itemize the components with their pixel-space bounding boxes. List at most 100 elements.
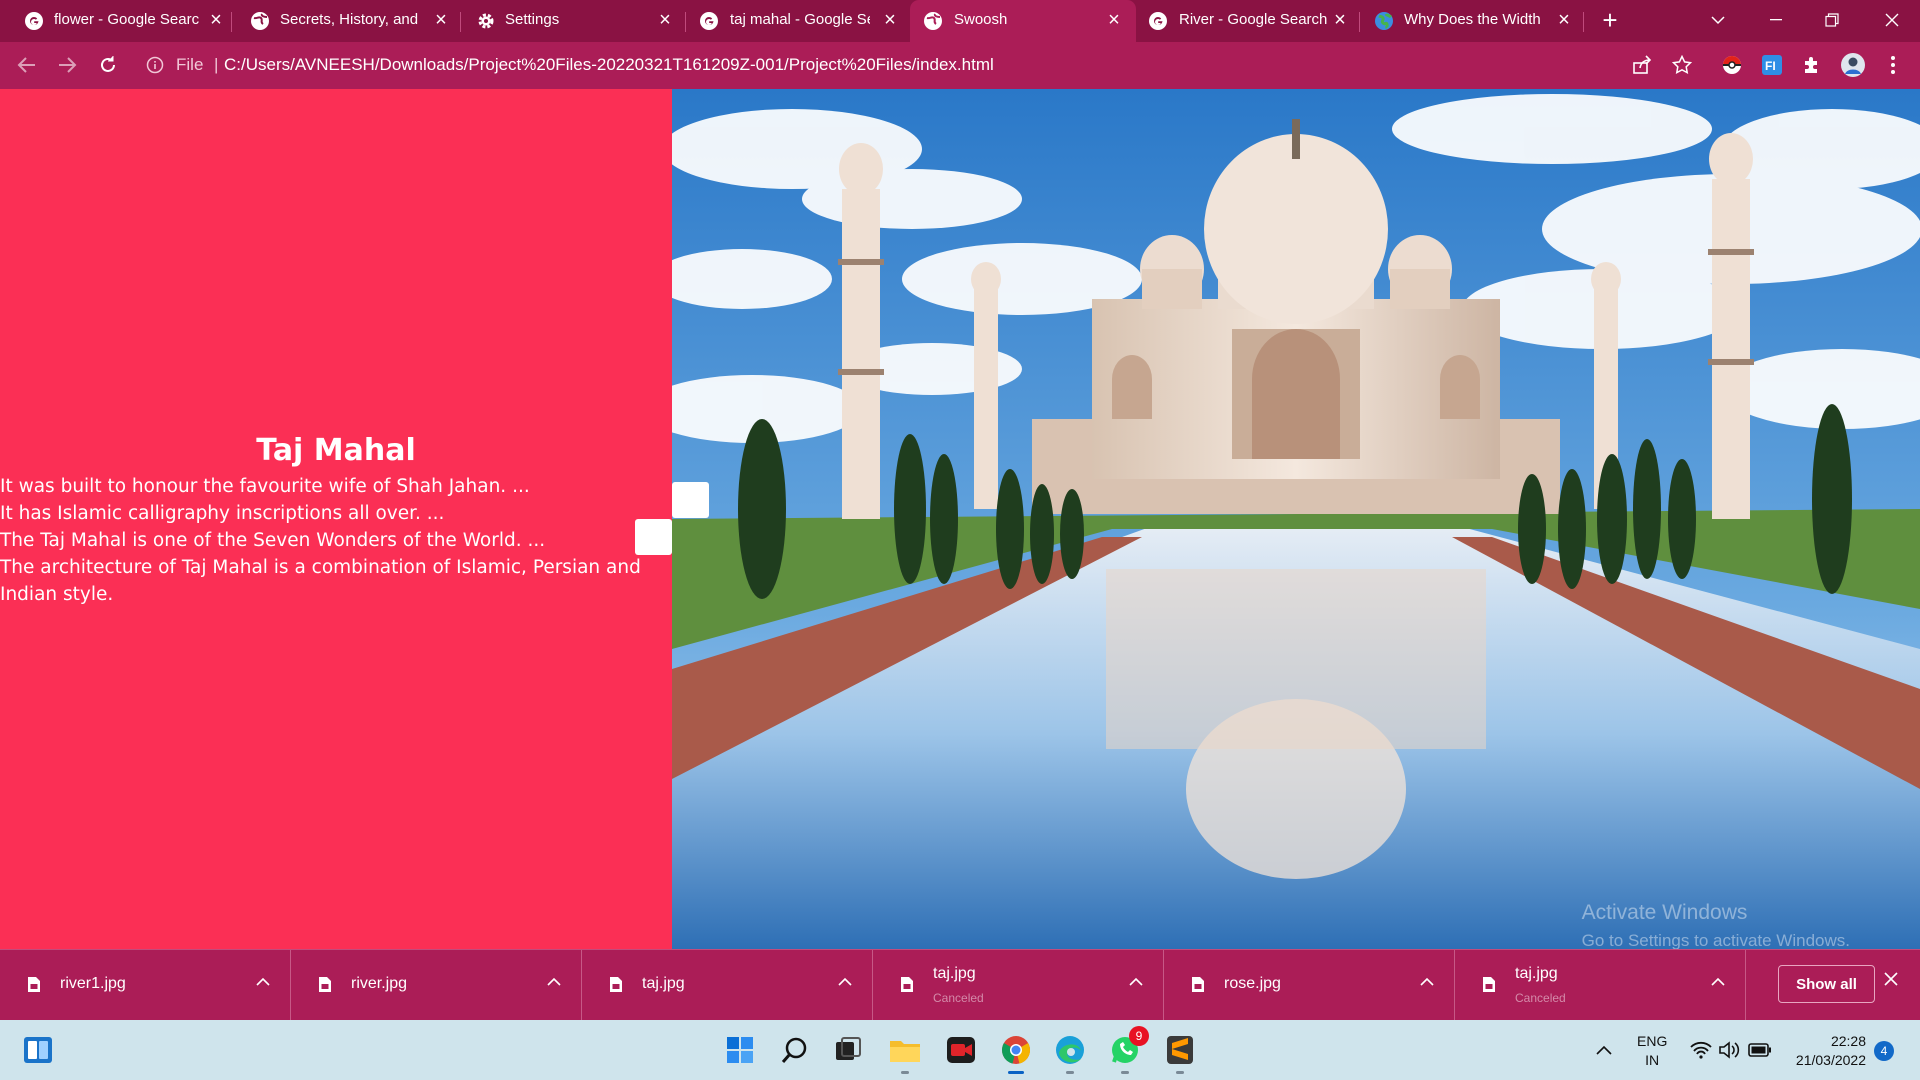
clock[interactable]: 22:28 21/03/2022 bbox=[1790, 1032, 1866, 1070]
arrow-right-icon bbox=[59, 57, 77, 73]
tab-title: flower - Google Search bbox=[54, 11, 200, 28]
plus-icon: + bbox=[1602, 4, 1618, 35]
widgets-button[interactable] bbox=[20, 1032, 56, 1068]
show-hidden-icons-button[interactable] bbox=[1592, 1032, 1616, 1068]
download-item[interactable]: river.jpg bbox=[291, 950, 582, 1020]
chevron-up-icon[interactable] bbox=[1420, 977, 1434, 987]
download-item[interactable]: taj.jpg Canceled bbox=[873, 950, 1164, 1020]
tab-settings[interactable]: Settings × bbox=[461, 0, 686, 42]
tab-title: Secrets, History, and Facts bbox=[280, 11, 420, 28]
edge-icon bbox=[1056, 1036, 1084, 1064]
region-code: IN bbox=[1645, 1052, 1660, 1068]
whatsapp-button[interactable]: 9 bbox=[1107, 1026, 1149, 1074]
download-filename: river1.jpg bbox=[60, 975, 126, 992]
close-tab-icon[interactable]: × bbox=[1553, 9, 1575, 31]
extensions-button[interactable] bbox=[1797, 50, 1827, 80]
file-explorer-icon bbox=[890, 1041, 920, 1062]
content-panel: Taj Mahal It was built to honour the fav… bbox=[0, 89, 672, 949]
screen-recorder-button[interactable] bbox=[943, 1032, 979, 1068]
bookmark-button[interactable] bbox=[1667, 50, 1697, 80]
chevron-up-icon[interactable] bbox=[1711, 977, 1725, 987]
gear-icon bbox=[478, 13, 494, 29]
tab-title: Settings bbox=[505, 11, 560, 28]
minimize-icon bbox=[1770, 19, 1782, 21]
file-icon bbox=[1483, 977, 1495, 992]
close-tab-icon[interactable]: × bbox=[1329, 9, 1351, 31]
new-tab-button[interactable]: + bbox=[1584, 0, 1636, 40]
start-button[interactable] bbox=[722, 1032, 758, 1068]
download-item[interactable]: taj.jpg Canceled bbox=[1455, 950, 1746, 1020]
close-icon[interactable] bbox=[1884, 972, 1898, 986]
tab-why-does-the-width[interactable]: Why Does the Width × bbox=[1360, 0, 1584, 42]
file-icon bbox=[28, 977, 40, 992]
chevron-up-icon[interactable] bbox=[256, 977, 270, 987]
download-item[interactable]: taj.jpg bbox=[582, 950, 873, 1020]
white-overlay-box bbox=[672, 482, 709, 518]
close-tab-icon[interactable]: × bbox=[879, 9, 901, 31]
clock-date: 21/03/2022 bbox=[1795, 1052, 1866, 1068]
share-button[interactable] bbox=[1627, 50, 1657, 80]
restore-button[interactable] bbox=[1804, 0, 1860, 40]
close-tab-icon[interactable]: × bbox=[654, 9, 676, 31]
address-bar[interactable]: File | C:/Users/AVNEESH/Downloads/Projec… bbox=[136, 47, 1736, 83]
white-overlay-box bbox=[635, 519, 672, 555]
tab-title: River - Google Search bbox=[1179, 11, 1328, 28]
system-status-button[interactable] bbox=[1686, 1032, 1776, 1068]
url-text[interactable]: C:/Users/AVNEESH/Downloads/Project%20Fil… bbox=[224, 55, 994, 75]
file-icon bbox=[610, 977, 622, 992]
edge-button[interactable] bbox=[1052, 1032, 1088, 1074]
minimize-button[interactable] bbox=[1748, 0, 1804, 40]
notification-count-badge[interactable]: 4 bbox=[1874, 1041, 1894, 1061]
back-button[interactable] bbox=[12, 50, 42, 80]
sublime-text-icon bbox=[1167, 1036, 1193, 1064]
running-indicator bbox=[1121, 1071, 1129, 1074]
extension-fi[interactable]: FI bbox=[1757, 50, 1787, 80]
watermark-subtitle: Go to Settings to activate Windows. bbox=[1581, 931, 1850, 949]
chevron-down-icon bbox=[1711, 16, 1725, 25]
task-view-button[interactable] bbox=[830, 1032, 866, 1068]
chrome-menu-button[interactable] bbox=[1878, 50, 1908, 80]
close-tab-icon[interactable]: × bbox=[205, 9, 227, 31]
chevron-up-icon[interactable] bbox=[838, 977, 852, 987]
tab-secrets-history-facts[interactable]: Secrets, History, and Facts × bbox=[232, 0, 461, 42]
chevron-up-icon[interactable] bbox=[547, 977, 561, 987]
taj-mahal-image bbox=[672, 89, 1920, 949]
share-icon bbox=[1633, 55, 1652, 74]
extension-pokeball[interactable] bbox=[1717, 50, 1747, 80]
fi-extension-icon: FI bbox=[1762, 55, 1782, 75]
tab-river-google-search[interactable]: River - Google Search × bbox=[1136, 0, 1360, 42]
scheme-divider: | bbox=[214, 55, 219, 74]
sublime-text-button[interactable] bbox=[1162, 1032, 1198, 1074]
close-tab-icon[interactable]: × bbox=[1103, 9, 1125, 31]
tab-search-button[interactable] bbox=[1690, 0, 1746, 40]
page-viewport: Taj Mahal It was built to honour the fav… bbox=[0, 89, 1920, 949]
task-view-icon bbox=[836, 1037, 861, 1060]
file-explorer-button[interactable] bbox=[887, 1032, 923, 1074]
chrome-button[interactable] bbox=[998, 1032, 1034, 1074]
download-status: Canceled bbox=[933, 991, 984, 1005]
download-item[interactable]: river1.jpg bbox=[0, 950, 291, 1020]
chevron-up-icon bbox=[1596, 1045, 1612, 1055]
info-icon[interactable] bbox=[146, 56, 164, 74]
file-icon bbox=[901, 977, 913, 992]
tab-flower-google-search[interactable]: flower - Google Search × bbox=[0, 0, 232, 42]
reload-button[interactable] bbox=[93, 50, 123, 80]
running-indicator bbox=[1008, 1071, 1024, 1074]
tab-taj-mahal-google-search[interactable]: taj mahal - Google Search × bbox=[686, 0, 910, 42]
battery-icon bbox=[1748, 1043, 1771, 1057]
search-button[interactable] bbox=[777, 1032, 813, 1068]
tab-swoosh[interactable]: Swoosh × bbox=[910, 0, 1136, 42]
close-window-button[interactable] bbox=[1864, 0, 1920, 40]
chevron-up-icon[interactable] bbox=[1129, 977, 1143, 987]
unread-badge: 9 bbox=[1129, 1026, 1149, 1046]
input-language-indicator[interactable]: ENG IN bbox=[1637, 1032, 1667, 1070]
forward-button[interactable] bbox=[52, 50, 82, 80]
download-item[interactable]: rose.jpg bbox=[1164, 950, 1455, 1020]
download-filename: taj.jpg bbox=[933, 965, 976, 982]
profile-button[interactable] bbox=[1838, 50, 1868, 80]
activate-windows-watermark: Activate Windows Go to Settings to activ… bbox=[1582, 899, 1850, 949]
close-tab-icon[interactable]: × bbox=[430, 9, 452, 31]
show-all-downloads-button[interactable]: Show all bbox=[1778, 965, 1875, 1003]
running-indicator bbox=[901, 1071, 909, 1074]
fact-item: The Taj Mahal is one of the Seven Wonder… bbox=[0, 530, 546, 551]
